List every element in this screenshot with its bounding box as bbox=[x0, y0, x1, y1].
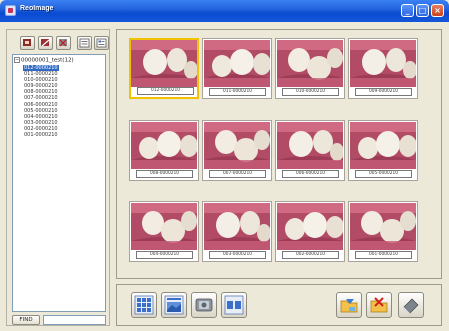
delete-patient-button[interactable] bbox=[56, 36, 71, 50]
patient-panel: −00000001_test(12) 012-0000210 011-000021… bbox=[6, 29, 110, 326]
tree-item[interactable]: 005-0000210 bbox=[23, 108, 59, 114]
capture-device-icon bbox=[195, 298, 213, 312]
edit-patient-button[interactable] bbox=[38, 36, 53, 50]
grid-view-button[interactable] bbox=[131, 292, 157, 318]
window-title: ReoImage bbox=[20, 5, 54, 12]
delete-patient-icon bbox=[59, 39, 67, 47]
edit-patient-icon bbox=[41, 39, 50, 47]
image-thumbnail[interactable]: 004-0000210 bbox=[129, 201, 199, 262]
thumbnail-image bbox=[131, 40, 197, 87]
delete-folder-button[interactable] bbox=[366, 292, 392, 318]
list-view-button[interactable] bbox=[77, 36, 92, 50]
grid-view-icon bbox=[134, 295, 154, 315]
thumbnail-caption: 005-0000210 bbox=[355, 170, 412, 178]
thumbnail-caption: 003-0000210 bbox=[209, 251, 266, 259]
tree-root-label: 00000001_test(12) bbox=[21, 57, 74, 64]
image-thumbnail[interactable]: 002-0000210 bbox=[275, 201, 345, 262]
thumbnail-image bbox=[204, 203, 270, 250]
dental-photo bbox=[204, 122, 270, 169]
compare-view-button[interactable] bbox=[221, 292, 247, 318]
find-input[interactable] bbox=[43, 315, 106, 325]
dental-photo bbox=[277, 122, 343, 169]
thumbnail-image bbox=[277, 40, 343, 87]
thumbnail-image bbox=[350, 122, 416, 169]
add-patient-button[interactable] bbox=[20, 36, 35, 50]
import-folder-button[interactable] bbox=[336, 292, 362, 318]
thumbnail-caption: 008-0000210 bbox=[136, 170, 193, 178]
tree-item[interactable]: 007-0000210 bbox=[23, 95, 59, 101]
image-thumbnail[interactable]: 007-0000210 bbox=[202, 120, 272, 181]
thumbnail-caption: 006-0000210 bbox=[282, 170, 339, 178]
dental-photo bbox=[277, 203, 343, 250]
thumbnail-image bbox=[350, 40, 416, 87]
tree-item[interactable]: 006-0000210 bbox=[23, 102, 59, 108]
patient-tree[interactable]: −00000001_test(12) 012-0000210 011-000021… bbox=[12, 54, 106, 312]
thumbnail-image bbox=[204, 122, 270, 169]
image-thumbnail[interactable]: 009-0000210 bbox=[348, 38, 418, 99]
bottom-toolbar bbox=[116, 284, 442, 326]
add-patient-icon bbox=[23, 39, 31, 46]
thumbnail-caption: 004-0000210 bbox=[136, 251, 193, 259]
compare-view-icon bbox=[224, 295, 244, 315]
single-view-icon bbox=[164, 295, 184, 315]
import-folder-icon bbox=[340, 299, 358, 313]
dental-photo bbox=[131, 40, 197, 87]
tree-item[interactable]: 001-0000210 bbox=[23, 132, 59, 138]
dental-photo bbox=[350, 203, 416, 250]
tree-item[interactable]: 004-0000210 bbox=[23, 114, 59, 120]
capture-device-button[interactable] bbox=[191, 292, 217, 318]
find-button[interactable]: FIND bbox=[12, 315, 40, 325]
image-thumbnail[interactable]: 005-0000210 bbox=[348, 120, 418, 181]
thumbnail-caption: 002-0000210 bbox=[282, 251, 339, 259]
detail-view-icon bbox=[96, 38, 107, 48]
thumbnail-image bbox=[277, 203, 343, 250]
detail-view-button[interactable] bbox=[94, 36, 109, 50]
collapse-icon[interactable]: − bbox=[14, 57, 20, 63]
image-thumbnail[interactable]: 008-0000210 bbox=[129, 120, 199, 181]
image-thumbnail[interactable]: 003-0000210 bbox=[202, 201, 272, 262]
dental-photo bbox=[131, 203, 197, 250]
single-view-button[interactable] bbox=[161, 292, 187, 318]
title-bar[interactable]: ReoImage _ □ × bbox=[0, 0, 449, 22]
dental-photo bbox=[350, 122, 416, 169]
image-thumbnail[interactable]: 012-0000210 bbox=[129, 38, 199, 99]
dental-photo bbox=[277, 40, 343, 87]
dental-photo bbox=[350, 40, 416, 87]
maximize-button[interactable]: □ bbox=[416, 4, 429, 17]
image-thumbnail[interactable]: 006-0000210 bbox=[275, 120, 345, 181]
app-icon bbox=[5, 5, 16, 16]
thumbnail-image bbox=[131, 122, 197, 169]
thumbnail-caption: 010-0000210 bbox=[282, 88, 339, 96]
eraser-button[interactable] bbox=[398, 292, 424, 318]
dental-photo bbox=[204, 203, 270, 250]
thumbnail-image bbox=[204, 40, 270, 87]
thumbnail-caption: 007-0000210 bbox=[209, 170, 266, 178]
image-thumbnail[interactable]: 010-0000210 bbox=[275, 38, 345, 99]
thumbnail-caption: 011-0000210 bbox=[209, 88, 266, 96]
thumbnail-caption: 009-0000210 bbox=[355, 88, 412, 96]
dental-photo bbox=[204, 40, 270, 87]
close-button[interactable]: × bbox=[431, 4, 444, 17]
image-gallery: 012-0000210 011-0000210 010-0000210 009-000… bbox=[116, 29, 442, 279]
eraser-icon bbox=[403, 298, 419, 314]
thumbnail-caption: 012-0000210 bbox=[137, 87, 194, 95]
list-view-icon bbox=[79, 38, 90, 48]
image-thumbnail[interactable]: 001-0000210 bbox=[348, 201, 418, 262]
thumbnail-image bbox=[350, 203, 416, 250]
image-thumbnail[interactable]: 011-0000210 bbox=[202, 38, 272, 99]
thumbnail-image bbox=[131, 203, 197, 250]
thumbnail-caption: 001-0000210 bbox=[355, 251, 412, 259]
minimize-button[interactable]: _ bbox=[401, 4, 414, 17]
dental-photo bbox=[131, 122, 197, 169]
tree-items: 012-0000210 011-0000210 010-0000210 009-000… bbox=[23, 65, 59, 138]
delete-folder-icon bbox=[370, 297, 388, 313]
thumbnail-image bbox=[277, 122, 343, 169]
tree-root[interactable]: −00000001_test(12) bbox=[14, 57, 74, 64]
